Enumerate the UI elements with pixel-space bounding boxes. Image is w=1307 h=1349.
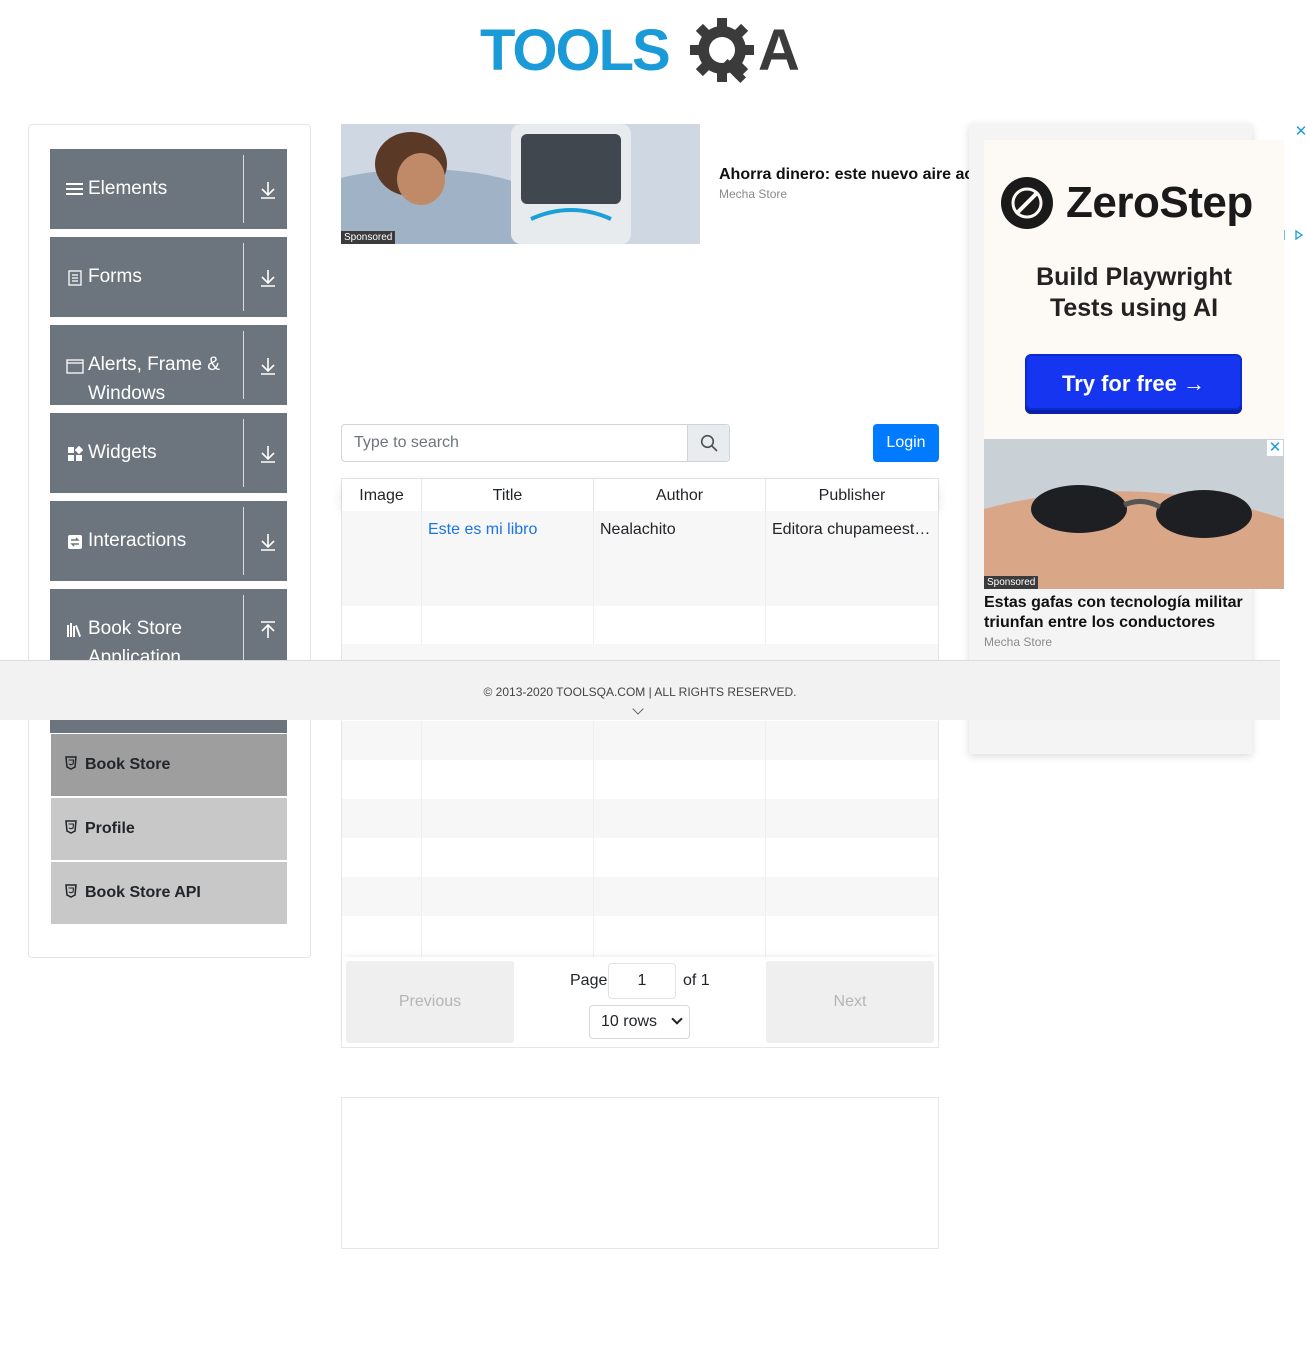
sidebar-item-label: Book Store [85, 756, 171, 773]
toolsqa-logo[interactable]: TOOLS A [480, 14, 810, 94]
ad-image-sunglasses[interactable]: Sponsored [984, 439, 1284, 589]
table-row: Este es mi libro Nealachito Editora chup… [342, 511, 938, 606]
interactions-icon [66, 533, 84, 551]
ad-image-air-cooler[interactable]: Sponsored [341, 124, 700, 244]
empty-ad-slot [341, 1097, 939, 1249]
cell-author: Nealachito [594, 511, 766, 606]
tagline-line-2: Tests using AI [1049, 294, 1219, 322]
nav-group-widgets[interactable]: Widgets [50, 413, 287, 493]
column-header-image[interactable]: Image [342, 479, 422, 511]
download-arrow-icon[interactable] [257, 531, 279, 553]
column-header-author[interactable]: Author [594, 479, 766, 511]
cell-title: Este es mi libro [422, 511, 594, 606]
pagination: Previous Page 1 of 1 10 rows Next [342, 957, 938, 1047]
ad-source[interactable]: Mecha Store [719, 187, 787, 201]
book-title-link[interactable]: Este es mi libro [428, 521, 537, 538]
column-header-publisher[interactable]: Publisher [766, 479, 938, 511]
table-header: Image Title Author Publisher [342, 479, 938, 511]
left-panel: Elements Forms Alerts, Frame & Windows W… [28, 124, 311, 958]
download-arrow-icon[interactable] [257, 179, 279, 201]
chevron-down-icon[interactable] [632, 703, 644, 715]
table-row [342, 760, 938, 799]
nav-group-label: Interactions [88, 530, 187, 551]
footer: © 2013-2020 TOOLSQA.COM | ALL RIGHTS RES… [0, 660, 1280, 720]
ad-source[interactable]: Mecha Store [984, 635, 1052, 649]
sidebar-item-label: Book Store API [85, 884, 201, 901]
table-row [342, 606, 938, 644]
column-header-title[interactable]: Title [422, 479, 594, 511]
ad-title[interactable]: Ahorra dinero: este nuevo aire ac [719, 166, 970, 184]
chevron-down-icon [671, 1013, 683, 1025]
html5-shield-icon [65, 820, 77, 834]
table-row [342, 916, 938, 957]
sponsored-badge: Sponsored [984, 576, 1039, 589]
widgets-grid-icon [66, 445, 84, 463]
tagline-line-1: Build Playwright [1036, 263, 1232, 291]
page-controls: Page 1 of 1 10 rows [518, 957, 762, 1047]
divider [243, 507, 244, 575]
gear-icon [690, 18, 754, 84]
nav-group-alerts[interactable]: Alerts, Frame & Windows [50, 325, 287, 405]
page-total: of 1 [683, 972, 710, 989]
adchoices-icon[interactable] [1282, 229, 1306, 244]
search-input[interactable] [342, 425, 689, 461]
logo-text-a: A [758, 18, 800, 83]
next-button[interactable]: Next [766, 961, 934, 1043]
page-label: Page [570, 972, 608, 989]
search-button[interactable] [687, 425, 729, 461]
ad-title[interactable]: Estas gafas con tecnología militar triun… [984, 593, 1274, 633]
sidebar-item-label: Profile [85, 820, 135, 837]
nav-group-label: Elements [88, 178, 168, 199]
hamburger-icon [66, 180, 84, 198]
table-row [342, 799, 938, 838]
nav-group-interactions[interactable]: Interactions [50, 501, 287, 581]
html5-shield-icon [65, 756, 77, 770]
download-arrow-icon[interactable] [257, 355, 279, 377]
download-arrow-icon[interactable] [257, 443, 279, 465]
cell-image [342, 511, 422, 606]
divider [243, 155, 244, 223]
previous-button[interactable]: Previous [346, 961, 514, 1043]
zerostep-brand[interactable]: ZeroStep [1066, 178, 1253, 228]
search-icon [700, 434, 718, 452]
close-icon[interactable]: ✕ [1293, 124, 1307, 140]
rows-per-page-value: 10 rows [601, 1013, 658, 1030]
zerostep-logo-icon[interactable] [1000, 176, 1054, 230]
zerostep-tagline: Build Playwright Tests using AI [984, 262, 1284, 324]
nav-group-label: Widgets [88, 442, 157, 463]
window-icon [66, 357, 84, 375]
divider [243, 331, 244, 399]
sidebar-item-book-store[interactable]: Book Store [51, 734, 287, 796]
table-row [342, 838, 938, 877]
search-box [341, 424, 730, 462]
login-button[interactable]: Login [873, 424, 939, 462]
document-icon [66, 269, 84, 287]
cell-publisher: Editora chupameesteh [772, 521, 933, 538]
nav-group-elements[interactable]: Elements [50, 149, 287, 229]
sidebar-item-book-store-api[interactable]: Book Store API [51, 862, 287, 924]
logo-text-tools: TOOLS [480, 18, 669, 83]
nav-group-label: Forms [88, 266, 142, 287]
divider [243, 419, 244, 487]
page-number-input[interactable]: 1 [608, 963, 676, 999]
upload-arrow-icon[interactable] [257, 619, 279, 641]
footer-copyright: © 2013-2020 TOOLSQA.COM | ALL RIGHTS RES… [483, 685, 797, 699]
rows-per-page-select[interactable]: 10 rows [589, 1005, 690, 1039]
table-row [342, 721, 938, 760]
divider [243, 243, 244, 311]
table-row [342, 877, 938, 916]
sponsored-badge: Sponsored [341, 231, 396, 244]
sidebar-item-profile[interactable]: Profile [51, 798, 287, 860]
library-books-icon [66, 621, 84, 639]
nav-group-label: Alerts, Frame & Windows [88, 354, 220, 404]
html5-shield-icon [65, 884, 77, 898]
download-arrow-icon[interactable] [257, 267, 279, 289]
divider [243, 595, 244, 663]
books-table: Image Title Author Publisher Este es mi … [341, 478, 939, 1048]
nav-group-forms[interactable]: Forms [50, 237, 287, 317]
try-for-free-button[interactable]: Try for free → [1025, 354, 1242, 410]
close-icon[interactable]: ✕ [1267, 440, 1283, 456]
